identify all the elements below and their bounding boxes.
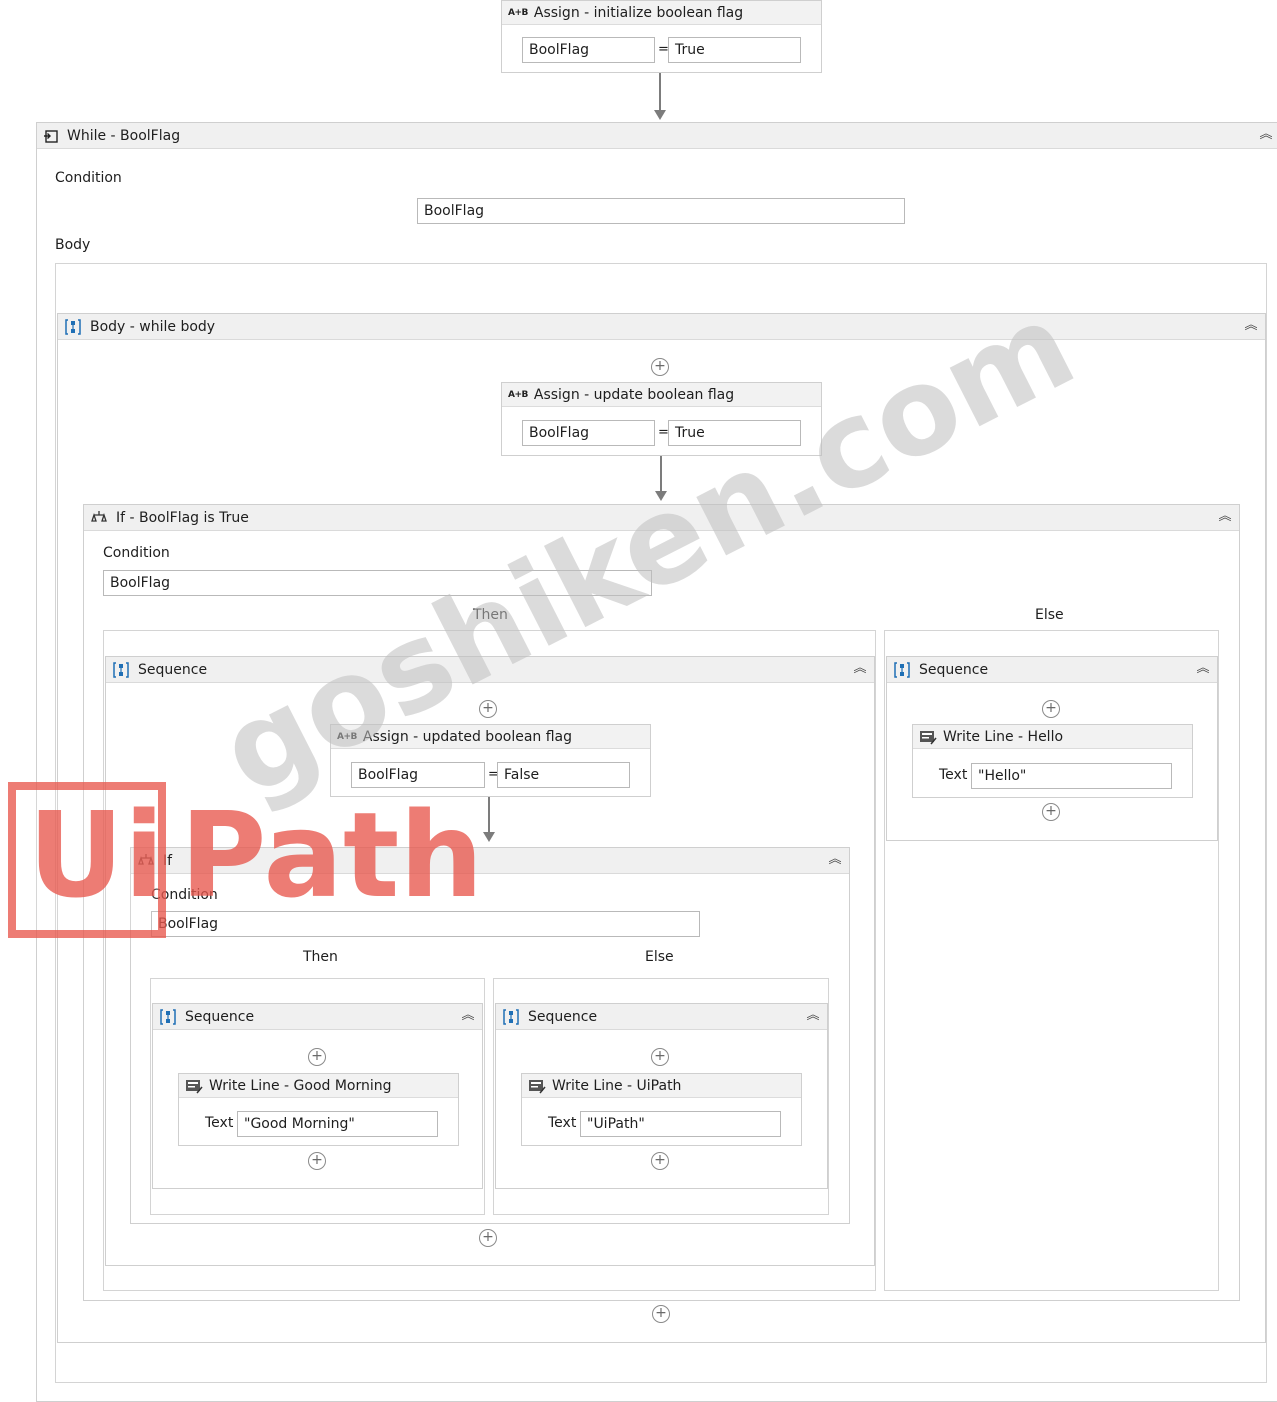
collapse-icon[interactable]: ︽ [1217,509,1233,525]
assign-initialize-to-field[interactable]: BoolFlag [522,37,655,63]
write-line-good-morning-text-field[interactable]: "Good Morning" [237,1111,438,1137]
assign-initialize-header[interactable]: A+B Assign - initialize boolean flag [502,1,821,25]
assign-initialize-title: Assign - initialize boolean flag [533,4,744,21]
add-activity-plus-icon[interactable]: + [651,1048,669,1066]
body-sequence-title: Body - while body [90,318,216,335]
write-line-icon [919,729,937,745]
assign-icon: A+B [508,389,528,400]
uipath-logo-path-text: Path [180,786,484,924]
while-condition-label: Condition [55,170,122,186]
flow-arrow [483,832,495,842]
else-sequence-title: Sequence [919,661,989,678]
while-body-label: Body [55,237,91,253]
write-line-good-morning-header[interactable]: Write Line - Good Morning [179,1074,458,1098]
add-activity-plus-icon[interactable]: + [652,1305,670,1323]
add-activity-plus-icon[interactable]: + [651,358,669,376]
add-activity-plus-icon[interactable]: + [1042,803,1060,821]
sequence-icon [502,1008,520,1026]
assign-initialize-value-field[interactable]: True [668,37,801,63]
collapse-icon[interactable]: ︽ [460,1008,476,1024]
write-line-good-morning-activity[interactable]: Write Line - Good Morning Text "Good Mor… [178,1073,459,1146]
assign-icon: A+B [508,7,528,18]
collapse-icon[interactable]: ︽ [1258,127,1274,143]
collapse-icon[interactable]: ︽ [852,661,868,677]
flow-connector [659,73,661,111]
write-line-hello-title: Write Line - Hello [943,728,1064,745]
write-line-icon [528,1078,546,1094]
write-line-hello-activity[interactable]: Write Line - Hello Text "Hello" [912,724,1193,798]
write-line-uipath-text-label: Text [548,1115,577,1131]
assign-initialize-activity[interactable]: A+B Assign - initialize boolean flag Boo… [501,0,822,73]
if-outer-condition-label: Condition [103,545,170,561]
write-line-hello-header[interactable]: Write Line - Hello [913,725,1192,749]
assign-update-title: Assign - update boolean flag [533,386,735,403]
if-outer-title: If - BoolFlag is True [116,509,249,526]
write-line-uipath-header[interactable]: Write Line - UiPath [522,1074,801,1098]
collapse-icon[interactable]: ︽ [1195,661,1211,677]
sequence-icon [893,661,911,679]
inner-then-sequence-header[interactable]: Sequence ︽ [153,1004,482,1030]
write-line-good-morning-title: Write Line - Good Morning [209,1077,392,1094]
write-line-uipath-title: Write Line - UiPath [552,1077,682,1094]
write-line-hello-text-field[interactable]: "Hello" [971,763,1172,789]
write-line-hello-text-label: Text [939,767,968,783]
if-outer-else-label: Else [1035,607,1064,623]
if-inner-then-label: Then [303,949,338,965]
while-header[interactable]: While - BoolFlag ︽ [37,123,1277,149]
write-line-uipath-text-field[interactable]: "UiPath" [580,1111,781,1137]
if-icon [90,509,108,527]
then-sequence-title: Sequence [138,661,208,678]
add-activity-plus-icon[interactable]: + [308,1048,326,1066]
while-icon [43,128,59,144]
flow-arrow [654,110,666,120]
assign-updated-value-field[interactable]: False [497,762,630,788]
write-line-icon [185,1078,203,1094]
write-line-good-morning-text-label: Text [205,1115,234,1131]
sequence-icon [64,318,82,336]
add-activity-plus-icon[interactable]: + [651,1152,669,1170]
add-activity-plus-icon[interactable]: + [479,1229,497,1247]
write-line-uipath-activity[interactable]: Write Line - UiPath Text "UiPath" [521,1073,802,1146]
inner-else-sequence-title: Sequence [528,1008,598,1025]
sequence-icon [159,1008,177,1026]
add-activity-plus-icon[interactable]: + [308,1152,326,1170]
while-title: While - BoolFlag [67,127,181,144]
uipath-logo-ui-text: Ui [28,786,165,924]
collapse-icon[interactable]: ︽ [1243,318,1259,334]
add-activity-plus-icon[interactable]: + [1042,700,1060,718]
collapse-icon[interactable]: ︽ [827,852,843,868]
inner-then-sequence-title: Sequence [185,1008,255,1025]
if-inner-else-label: Else [645,949,674,965]
inner-else-sequence-header[interactable]: Sequence ︽ [496,1004,827,1030]
else-sequence-header[interactable]: Sequence ︽ [887,657,1217,683]
sequence-icon [112,661,130,679]
collapse-icon[interactable]: ︽ [805,1008,821,1024]
while-condition-field[interactable]: BoolFlag [417,198,905,224]
assign-update-header[interactable]: A+B Assign - update boolean flag [502,383,821,407]
assign-update-to-field[interactable]: BoolFlag [522,420,655,446]
body-sequence-header[interactable]: Body - while body ︽ [58,314,1265,340]
flow-connector [488,797,490,833]
